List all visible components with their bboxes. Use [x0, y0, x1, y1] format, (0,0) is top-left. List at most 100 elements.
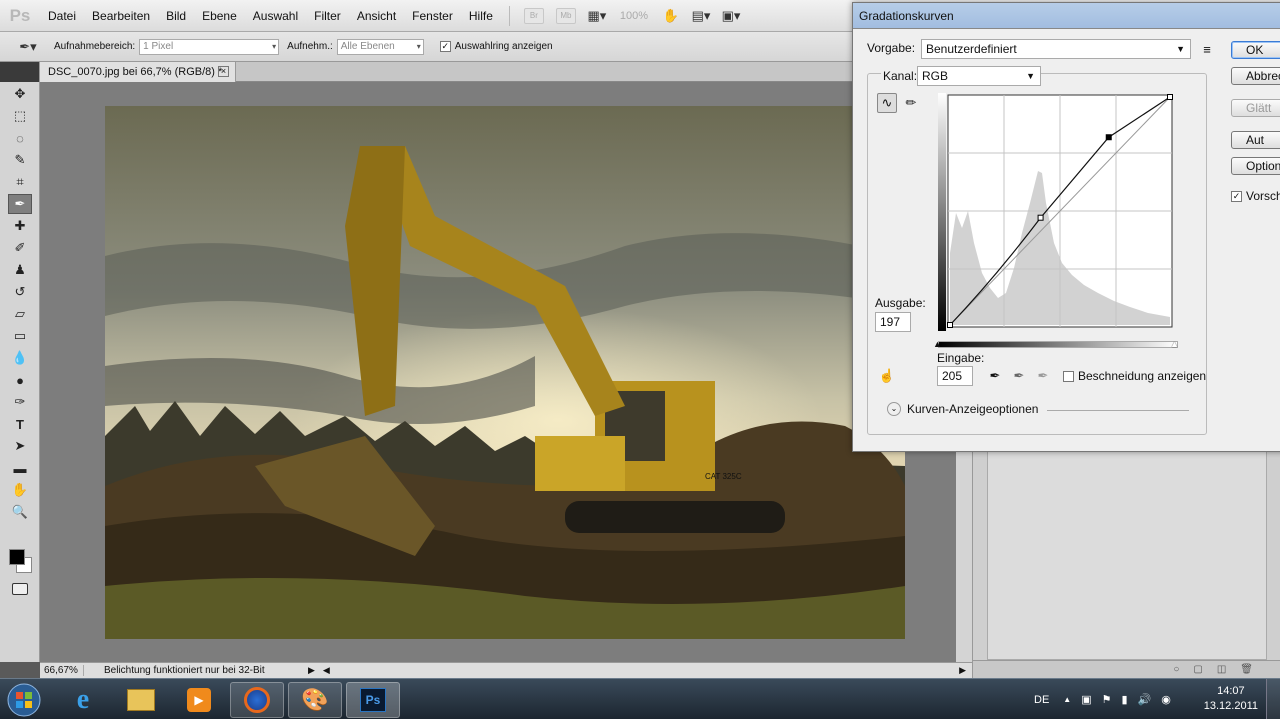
volume-icon[interactable]: 🔊	[1138, 693, 1152, 706]
arrange-documents-icon[interactable]: ▤▾	[686, 7, 716, 25]
ok-button[interactable]: OK	[1231, 41, 1280, 59]
gradient-tool-icon[interactable]: ▭	[8, 326, 32, 346]
clipping-checkbox[interactable]	[1063, 370, 1074, 382]
menu-hilfe[interactable]: Hilfe	[461, 9, 501, 23]
preset-select[interactable]: Benutzerdefiniert ▼	[921, 39, 1191, 59]
photoshop-taskbar-icon[interactable]: Ps	[346, 682, 400, 718]
crop-tool-icon[interactable]: ⌗	[8, 172, 32, 192]
tray-update-icon[interactable]: ◉	[1161, 693, 1171, 706]
quick-selection-tool-icon[interactable]: ✎	[8, 150, 32, 170]
healing-brush-tool-icon[interactable]: ✚	[8, 216, 32, 236]
eyedropper-tool-icon[interactable]: ✒	[8, 194, 32, 214]
hand-tool-icon[interactable]: ✋	[656, 7, 686, 25]
start-button[interactable]	[2, 680, 46, 719]
show-desktop-button[interactable]	[1266, 679, 1280, 719]
paint-taskbar-icon[interactable]: 🎨	[288, 682, 342, 718]
smooth-button[interactable]: Glätt	[1231, 99, 1280, 117]
menu-ebene[interactable]: Ebene	[194, 9, 245, 23]
zoom-tool-icon[interactable]: 🔍	[8, 502, 32, 522]
brush-tool-icon[interactable]: ✐	[8, 238, 32, 258]
hand-tool-icon[interactable]: ✋	[8, 480, 32, 500]
channel-select[interactable]: RGB ▼	[917, 66, 1041, 86]
white-point-slider-icon[interactable]: ▲	[1170, 339, 1179, 349]
media-player-taskbar-icon[interactable]: ▶	[172, 682, 226, 718]
tray-app-icon[interactable]: ▣	[1081, 693, 1091, 706]
show-ring-option[interactable]: ✓ Auswahlring anzeigen	[439, 41, 553, 52]
eraser-tool-icon[interactable]: ▱	[8, 304, 32, 324]
preview-checkbox[interactable]: ✓	[1231, 190, 1242, 202]
scroll-left-icon[interactable]: ◀	[323, 665, 330, 676]
quick-mask-icon[interactable]	[12, 583, 28, 595]
curves-graph[interactable]	[938, 93, 1174, 331]
new-layer-icon[interactable]: ◫	[1217, 664, 1226, 675]
menu-filter[interactable]: Filter	[306, 9, 349, 23]
marquee-tool-icon[interactable]: ⬚	[8, 106, 32, 126]
dodge-tool-icon[interactable]: ●	[8, 370, 32, 390]
menu-auswahl[interactable]: Auswahl	[245, 9, 306, 23]
clone-stamp-tool-icon[interactable]: ♟	[8, 260, 32, 280]
auto-button[interactable]: Aut	[1231, 131, 1280, 149]
delete-layer-icon[interactable]: 🗑	[1240, 664, 1253, 675]
pen-tool-icon[interactable]: ✑	[8, 392, 32, 412]
tools-panel-grip[interactable]	[0, 62, 39, 82]
menu-bearbeiten[interactable]: Bearbeiten	[84, 9, 158, 23]
display-options-toggle[interactable]: ⌄ Kurven-Anzeigeoptionen	[887, 402, 1038, 416]
menu-ansicht[interactable]: Ansicht	[349, 9, 404, 23]
curve-control-point[interactable]	[1167, 94, 1173, 100]
add-mask-icon[interactable]: ○	[1173, 664, 1179, 675]
shape-tool-icon[interactable]: ▬	[8, 458, 32, 478]
blur-tool-icon[interactable]: 💧	[8, 348, 32, 368]
curve-control-point[interactable]	[1037, 214, 1044, 221]
menu-datei[interactable]: Datei	[40, 9, 84, 23]
black-point-slider-icon[interactable]: ▲	[933, 339, 942, 349]
on-image-adjust-icon[interactable]: ☝	[877, 366, 897, 386]
cancel-button[interactable]: Abbrec	[1231, 67, 1280, 85]
move-tool-icon[interactable]: ✥	[8, 84, 32, 104]
preview-option[interactable]: ✓ Vorsch	[1231, 189, 1280, 203]
sample-size-select[interactable]: 1 Pixel ▾	[139, 38, 280, 55]
document-tab[interactable]: DSC_0070.jpg bei 66,7% (RGB/8) * ×	[40, 62, 236, 82]
close-tab-icon[interactable]: ×	[218, 66, 229, 77]
new-group-icon[interactable]: ▢	[1193, 664, 1202, 675]
action-center-icon[interactable]: ⚑	[1102, 693, 1112, 706]
input-value-field[interactable]: 205	[937, 366, 973, 386]
show-ring-checkbox[interactable]: ✓	[439, 41, 451, 52]
clipping-option[interactable]: Beschneidung anzeigen	[1063, 369, 1206, 383]
curve-edit-icon[interactable]: ∿	[877, 93, 897, 113]
gray-eyedropper-icon[interactable]: ✒	[1009, 366, 1029, 386]
output-value-field[interactable]: 197	[875, 312, 911, 332]
mini-bridge-button[interactable]: Mb	[555, 7, 576, 24]
firefox-taskbar-icon[interactable]	[230, 682, 284, 718]
view-extras-icon[interactable]: ▦▾	[582, 7, 612, 25]
curve-control-point[interactable]	[1105, 134, 1112, 141]
network-icon[interactable]: ▮	[1121, 693, 1127, 706]
black-eyedropper-icon[interactable]: ✒	[985, 366, 1005, 386]
sample-layers-select[interactable]: Alle Ebenen ▾	[336, 38, 424, 55]
curve-control-point[interactable]	[947, 322, 953, 328]
path-selection-tool-icon[interactable]: ➤	[8, 436, 32, 456]
language-indicator[interactable]: DE	[1034, 694, 1049, 706]
explorer-taskbar-icon[interactable]	[114, 682, 168, 718]
preset-options-icon[interactable]: ≡	[1197, 39, 1217, 59]
internet-explorer-taskbar-icon[interactable]: e	[56, 682, 110, 718]
status-zoom[interactable]: 66,67%	[40, 665, 84, 676]
show-hidden-icons-icon[interactable]: ▲	[1063, 695, 1071, 704]
pencil-draw-icon[interactable]: ✏	[901, 93, 921, 113]
status-menu-arrow-icon[interactable]: ▶	[308, 665, 315, 676]
taskbar-clock[interactable]: 14:07 13.12.2011	[1204, 684, 1258, 714]
lasso-tool-icon[interactable]: ◌	[8, 128, 32, 148]
options-button[interactable]: Optione	[1231, 157, 1280, 175]
menu-bild[interactable]: Bild	[158, 9, 194, 23]
screen-mode-icon[interactable]: ▣▾	[716, 7, 746, 25]
foreground-color-swatch[interactable]	[9, 549, 25, 565]
image-canvas[interactable]: CAT 325C	[105, 106, 905, 639]
menu-fenster[interactable]: Fenster	[404, 9, 461, 23]
history-brush-tool-icon[interactable]: ↺	[8, 282, 32, 302]
bridge-button[interactable]: Br	[523, 7, 544, 24]
sample-label: Aufnehm.:	[287, 41, 333, 52]
white-eyedropper-icon[interactable]: ✒	[1033, 366, 1053, 386]
type-tool-icon[interactable]: T	[8, 414, 32, 434]
eyedropper-preset-icon[interactable]: ✒▾	[10, 38, 46, 56]
zoom-level-combo[interactable]: 100%	[612, 10, 656, 22]
scroll-right-icon[interactable]: ▶	[959, 665, 966, 676]
